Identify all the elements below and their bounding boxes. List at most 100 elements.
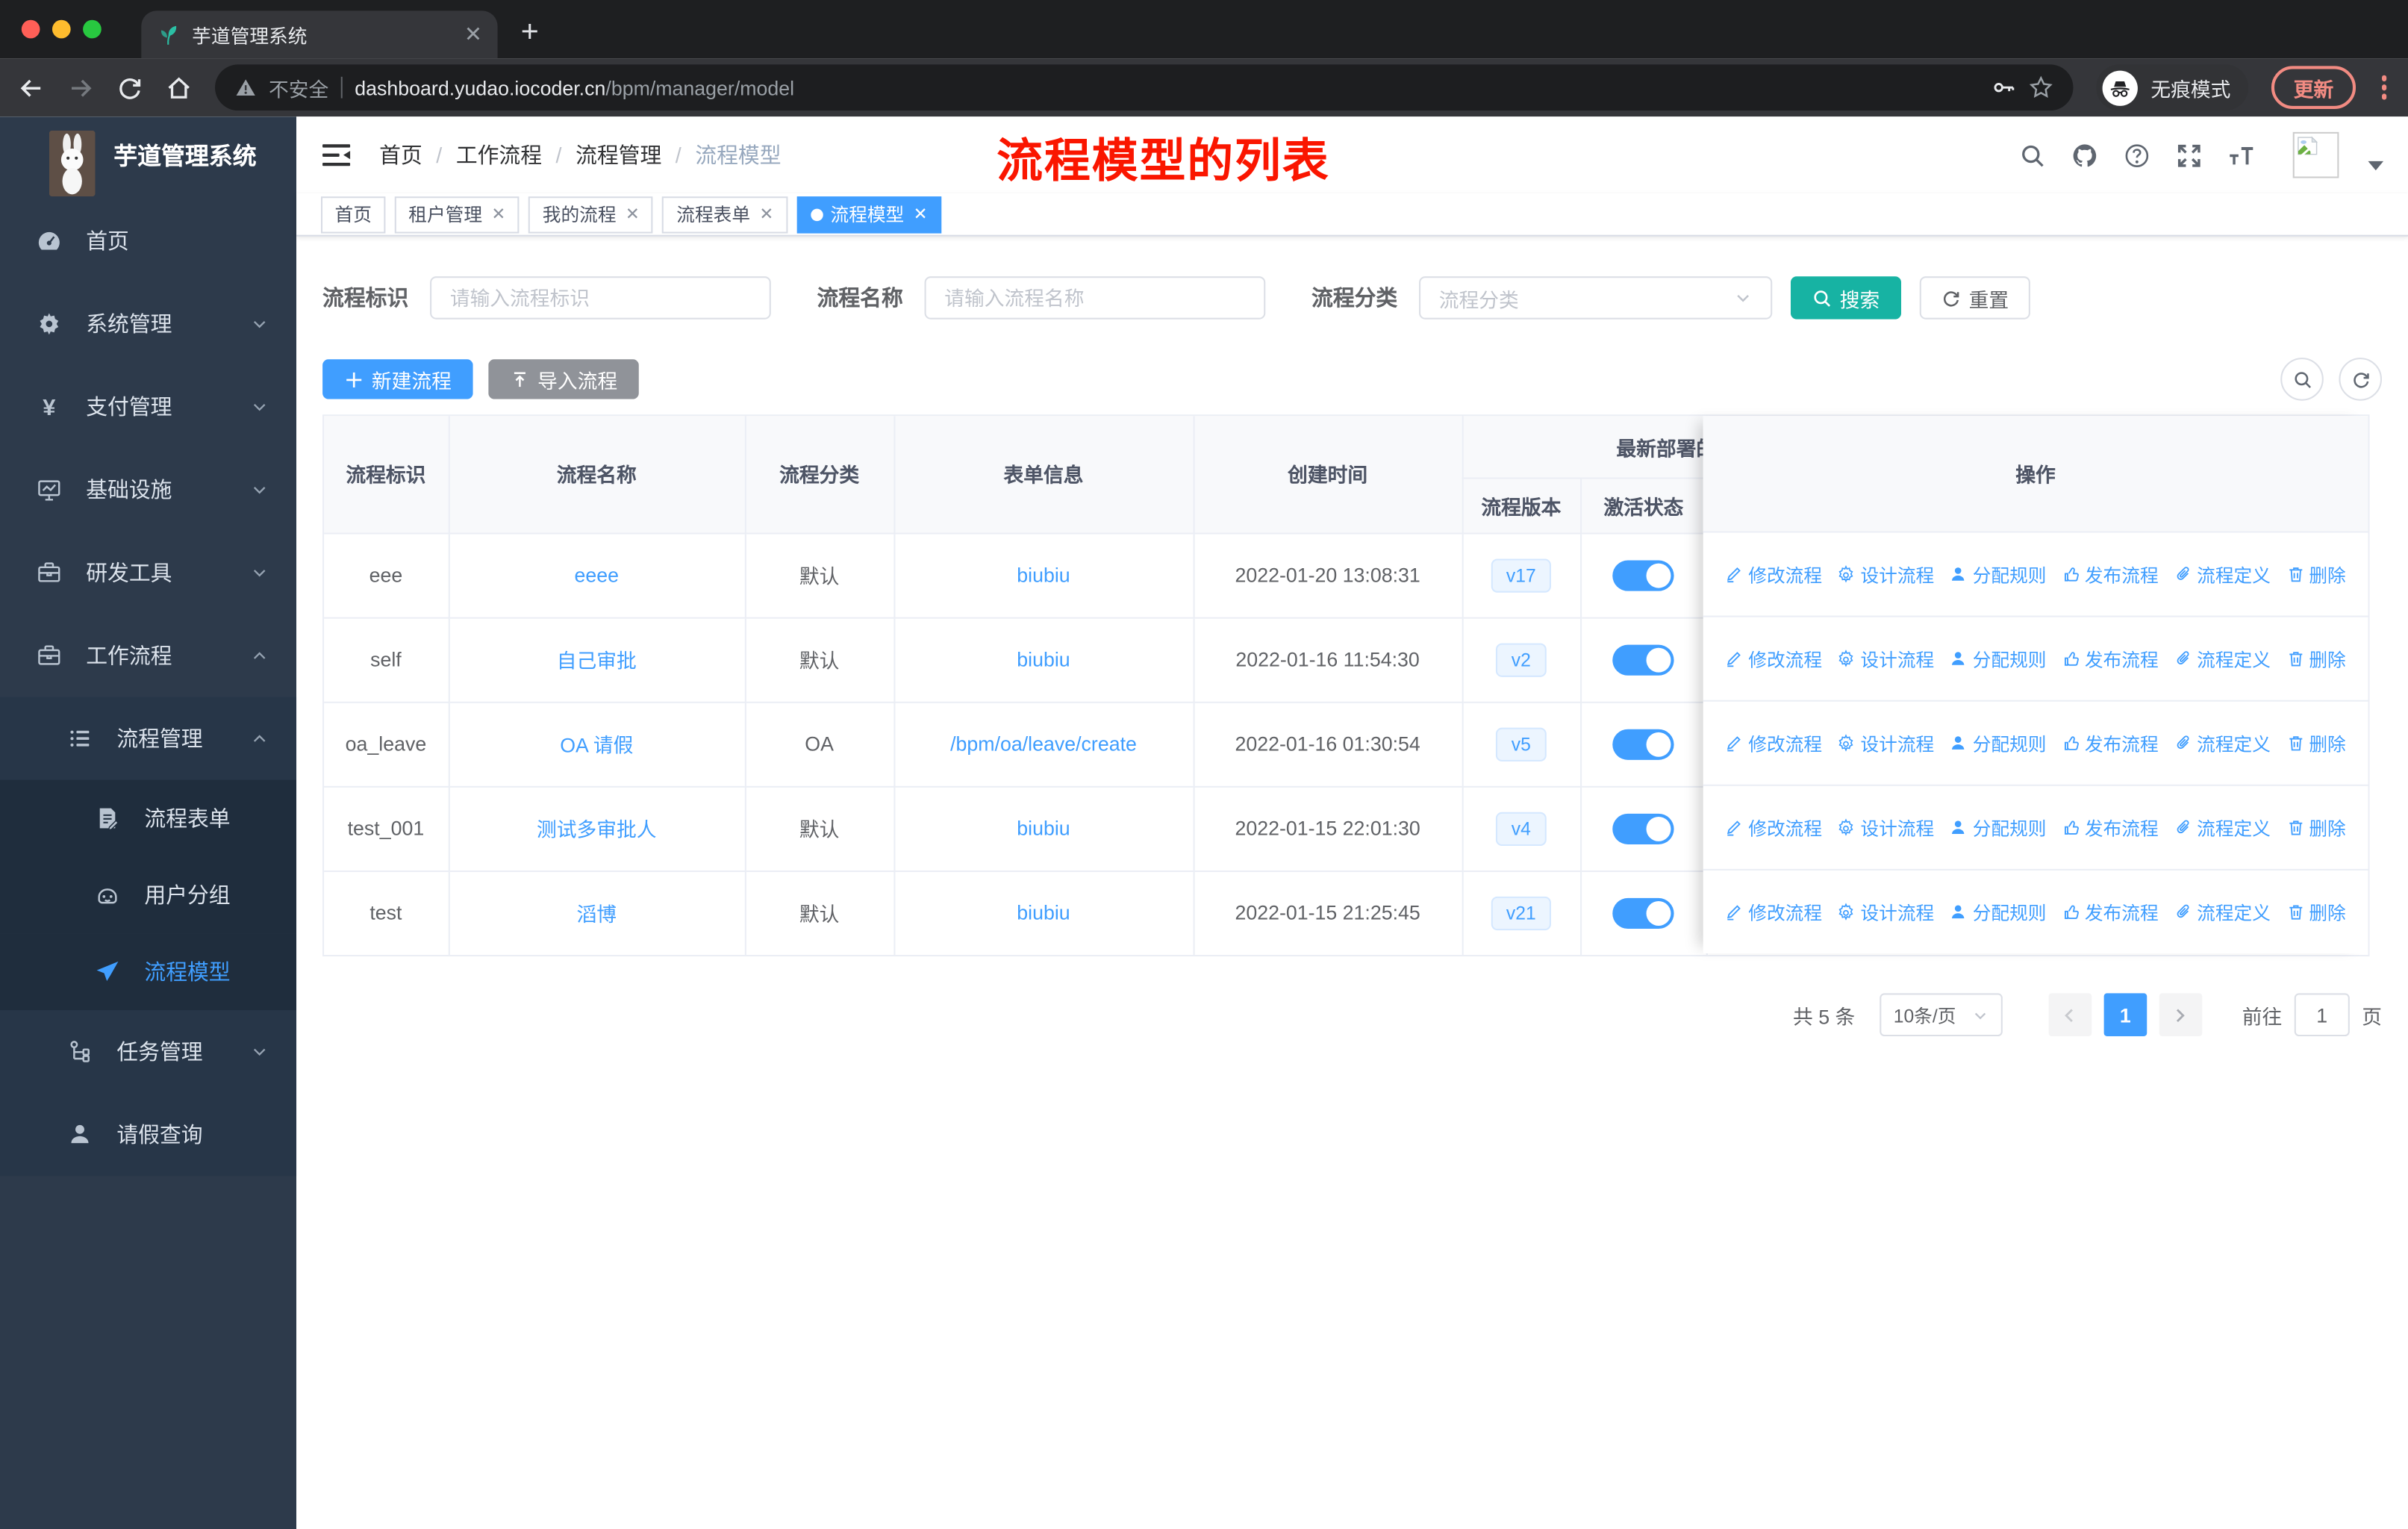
- window-zoom-button[interactable]: [83, 19, 102, 39]
- browser-tab[interactable]: 芋道管理系统 ✕: [141, 10, 498, 59]
- sidebar-item-infrastructure[interactable]: 基础设施: [0, 448, 296, 531]
- sidebar-item-home[interactable]: 首页: [0, 199, 296, 282]
- active-toggle[interactable]: [1612, 644, 1674, 675]
- back-icon[interactable]: [19, 75, 45, 101]
- process-name-link[interactable]: 滔博: [577, 903, 617, 927]
- update-button[interactable]: 更新: [2271, 66, 2356, 109]
- version-badge[interactable]: v21: [1491, 896, 1552, 930]
- breadcrumb-item[interactable]: 工作流程: [456, 140, 542, 170]
- tag-home[interactable]: 首页: [320, 196, 386, 233]
- form-info-link[interactable]: /bpm/oa/leave/create: [950, 732, 1137, 756]
- form-info-link[interactable]: biubiu: [1017, 564, 1070, 587]
- active-toggle[interactable]: [1612, 728, 1674, 759]
- tag-close-icon[interactable]: ✕: [626, 204, 640, 225]
- avatar-dropdown-caret[interactable]: [2368, 161, 2384, 171]
- action-publish-process[interactable]: 发布流程: [2062, 730, 2159, 756]
- process-name-link[interactable]: eeee: [575, 564, 620, 587]
- action-assign-rule[interactable]: 分配规则: [1950, 646, 2046, 672]
- password-key-icon[interactable]: [1992, 75, 2017, 100]
- version-badge[interactable]: v5: [1496, 726, 1547, 761]
- action-delete[interactable]: 删除: [2286, 646, 2346, 672]
- sidebar-collapse-icon[interactable]: [321, 141, 352, 169]
- action-publish-process[interactable]: 发布流程: [2062, 815, 2159, 841]
- action-process-definition[interactable]: 流程定义: [2174, 646, 2271, 672]
- process-name-link[interactable]: 自己审批: [557, 650, 637, 673]
- active-toggle[interactable]: [1612, 559, 1674, 591]
- address-bar[interactable]: 不安全 dashboard.yudao.iocoder.cn/bpm/manag…: [215, 64, 2074, 111]
- process-id-input[interactable]: [430, 276, 771, 320]
- action-process-definition[interactable]: 流程定义: [2174, 815, 2271, 841]
- avatar[interactable]: [2292, 131, 2339, 178]
- action-design-process[interactable]: 设计流程: [1838, 815, 1934, 841]
- active-toggle[interactable]: [1612, 812, 1674, 844]
- action-process-definition[interactable]: 流程定义: [2174, 730, 2271, 756]
- sidebar-item-dev-tools[interactable]: 研发工具: [0, 531, 296, 614]
- action-assign-rule[interactable]: 分配规则: [1950, 815, 2046, 841]
- window-minimize-button[interactable]: [52, 19, 71, 39]
- browser-menu-icon[interactable]: [2378, 75, 2389, 100]
- action-edit-process[interactable]: 修改流程: [1725, 815, 1822, 841]
- version-badge[interactable]: v2: [1496, 642, 1547, 676]
- action-design-process[interactable]: 设计流程: [1838, 730, 1934, 756]
- sidebar-item-process-form[interactable]: 流程表单: [0, 779, 297, 857]
- tag-close-icon[interactable]: ✕: [491, 204, 505, 225]
- action-process-definition[interactable]: 流程定义: [2174, 561, 2271, 588]
- reload-icon[interactable]: [116, 75, 143, 101]
- action-edit-process[interactable]: 修改流程: [1725, 899, 1822, 925]
- form-info-link[interactable]: biubiu: [1017, 817, 1070, 840]
- form-info-link[interactable]: biubiu: [1017, 648, 1070, 671]
- create-process-button[interactable]: 新建流程: [322, 359, 473, 399]
- search-icon[interactable]: [2019, 142, 2045, 168]
- page-number-1[interactable]: 1: [2103, 993, 2147, 1037]
- fullscreen-icon[interactable]: [2176, 142, 2202, 168]
- sidebar-item-workflow[interactable]: 工作流程: [0, 614, 296, 697]
- action-publish-process[interactable]: 发布流程: [2062, 899, 2159, 925]
- tag-item-1[interactable]: 租户管理 ✕: [394, 196, 520, 233]
- action-design-process[interactable]: 设计流程: [1838, 646, 1934, 672]
- version-badge[interactable]: v4: [1496, 811, 1547, 845]
- action-assign-rule[interactable]: 分配规则: [1950, 730, 2046, 756]
- sidebar-item-process-model[interactable]: 流程模型: [0, 933, 297, 1011]
- sidebar-item-system-mgmt[interactable]: 系统管理: [0, 282, 296, 365]
- action-publish-process[interactable]: 发布流程: [2062, 561, 2159, 588]
- search-button[interactable]: 搜索: [1790, 276, 1902, 320]
- github-icon[interactable]: [2071, 142, 2097, 168]
- help-icon[interactable]: [2124, 142, 2150, 168]
- breadcrumb-item[interactable]: 流程管理: [576, 140, 661, 170]
- sidebar-item-payment-mgmt[interactable]: ¥ 支付管理: [0, 365, 296, 448]
- action-delete[interactable]: 删除: [2286, 561, 2346, 588]
- app-logo[interactable]: 芋道管理系统: [0, 116, 296, 196]
- goto-page-input[interactable]: [2294, 993, 2350, 1037]
- action-publish-process[interactable]: 发布流程: [2062, 646, 2159, 672]
- refresh-table-button[interactable]: [2339, 358, 2383, 401]
- action-delete[interactable]: 删除: [2286, 730, 2346, 756]
- sidebar-item-leave-query[interactable]: 请假查询: [0, 1093, 297, 1177]
- process-name-link[interactable]: 测试多审批人: [537, 818, 657, 841]
- process-name-link[interactable]: OA 请假: [560, 734, 633, 757]
- action-edit-process[interactable]: 修改流程: [1725, 561, 1822, 588]
- show-search-button[interactable]: [2280, 358, 2324, 401]
- process-category-select[interactable]: 流程分类: [1419, 276, 1773, 320]
- next-page-button[interactable]: [2159, 993, 2203, 1037]
- tag-close-icon[interactable]: ✕: [914, 204, 928, 225]
- font-size-icon[interactable]: [2228, 142, 2254, 168]
- process-name-input[interactable]: [924, 276, 1266, 320]
- window-close-button[interactable]: [21, 19, 40, 39]
- action-process-definition[interactable]: 流程定义: [2174, 899, 2271, 925]
- sidebar-item-user-group[interactable]: 用户分组: [0, 856, 297, 934]
- action-assign-rule[interactable]: 分配规则: [1950, 561, 2046, 588]
- tag-item-3[interactable]: 流程表单 ✕: [662, 196, 787, 233]
- new-tab-button[interactable]: +: [510, 12, 549, 52]
- version-badge[interactable]: v17: [1491, 558, 1552, 592]
- action-assign-rule[interactable]: 分配规则: [1950, 899, 2046, 925]
- sidebar-item-task-mgmt[interactable]: 任务管理: [0, 1010, 297, 1094]
- tag-item-4[interactable]: 流程模型 ✕: [796, 196, 942, 233]
- action-delete[interactable]: 删除: [2286, 899, 2346, 925]
- sidebar-item-process-mgmt[interactable]: 流程管理: [0, 697, 297, 780]
- tag-close-icon[interactable]: ✕: [759, 204, 773, 225]
- action-delete[interactable]: 删除: [2286, 815, 2346, 841]
- not-secure-warning-icon[interactable]: [235, 77, 257, 99]
- action-edit-process[interactable]: 修改流程: [1725, 646, 1822, 672]
- bookmark-star-icon[interactable]: [2030, 75, 2054, 100]
- prev-page-button[interactable]: [2048, 993, 2092, 1037]
